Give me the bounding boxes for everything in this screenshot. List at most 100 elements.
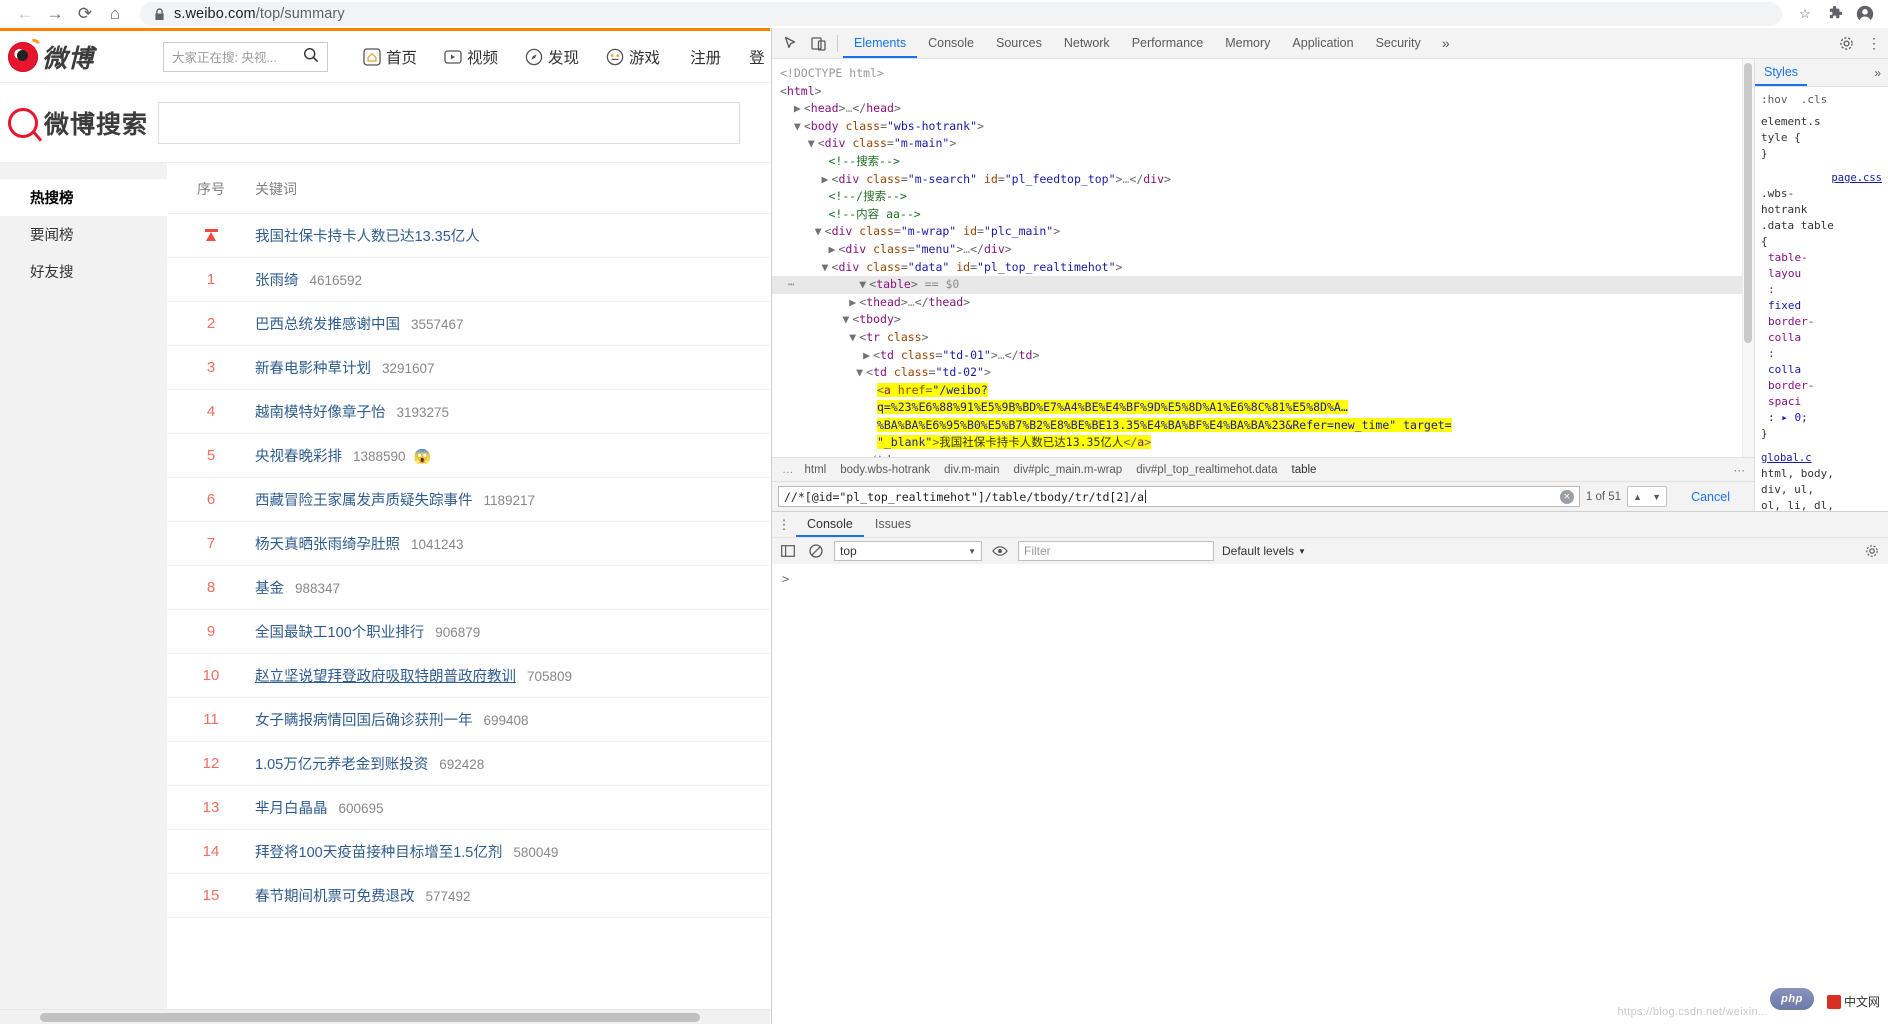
drawer-tab-issues[interactable]: Issues: [864, 512, 922, 537]
table-row[interactable]: 6西藏冒险王家属发声质疑失踪事件1189217: [167, 478, 770, 522]
gear-icon[interactable]: [1832, 30, 1860, 57]
profile-avatar-icon[interactable]: [1852, 2, 1878, 26]
dom-line[interactable]: ▼<div class="m-wrap" id="plc_main">: [780, 223, 1754, 241]
table-row[interactable]: 14拜登将100天疫苗接种目标增至1.5亿剂580049: [167, 830, 770, 874]
breadcrumb-item-body[interactable]: body.wbs-hotrank: [833, 464, 937, 476]
style-val-1[interactable]: fixed: [1768, 299, 1801, 312]
tab-styles[interactable]: Styles: [1755, 59, 1807, 86]
table-row[interactable]: 15春节期间机票可免费退改577492: [167, 874, 770, 918]
inspect-element-icon[interactable]: [776, 30, 804, 57]
table-row[interactable]: 2巴西总统发推感谢中国3557467: [167, 302, 770, 346]
style-val-3[interactable]: : ▸ 0;: [1768, 411, 1808, 424]
chevron-up-icon[interactable]: ▲: [1628, 487, 1647, 506]
table-row[interactable]: 9全国最缺工100个职业排行906879: [167, 610, 770, 654]
breadcrumb-more-icon[interactable]: ⋯: [1734, 463, 1755, 477]
bookmark-star-icon[interactable]: ☆: [1792, 2, 1818, 26]
keyword-link[interactable]: 芈月白晶晶: [255, 801, 328, 817]
breadcrumb-overflow[interactable]: …: [778, 464, 798, 476]
keyword-link[interactable]: 基金: [255, 581, 284, 597]
console-context-select[interactable]: top ▼: [834, 541, 982, 561]
style-prop-2b[interactable]: colla: [1761, 330, 1882, 346]
dom-line-selected[interactable]: ⋯ ▼<table> == $0: [772, 276, 1754, 294]
home-icon[interactable]: ⌂: [100, 2, 130, 26]
table-row[interactable]: 5央视春晚彩排1388590😱: [167, 434, 770, 478]
dom-scrollbar-thumb[interactable]: [1744, 63, 1752, 343]
keyword-link[interactable]: 女子瞒报病情回国后确诊获刑一年: [255, 713, 473, 729]
keyword-link[interactable]: 拜登将100天疫苗接种目标增至1.5亿剂: [255, 845, 502, 861]
eye-live-expression-icon[interactable]: [990, 541, 1010, 561]
dom-scrollbar-track[interactable]: [1742, 59, 1754, 457]
keyword-link[interactable]: 春节期间机票可免费退改: [255, 889, 415, 905]
search-magnifier-icon[interactable]: [303, 47, 319, 66]
tab-performance[interactable]: Performance: [1121, 28, 1215, 58]
style-prop-1b[interactable]: layou: [1761, 266, 1882, 282]
tab-sources[interactable]: Sources: [985, 28, 1053, 58]
tab-console[interactable]: Console: [917, 28, 985, 58]
style-prop-1a[interactable]: table-: [1761, 250, 1882, 266]
back-arrow-icon[interactable]: ←: [10, 2, 40, 26]
breadcrumb-item-realtimehot[interactable]: div#pl_top_realtimehot.data: [1129, 464, 1284, 476]
chevron-double-right-icon[interactable]: »: [1432, 30, 1460, 57]
drawer-tab-console[interactable]: Console: [796, 512, 864, 537]
cancel-button[interactable]: Cancel: [1673, 490, 1748, 504]
chevron-down-icon[interactable]: ▼: [1647, 487, 1666, 506]
page-horizontal-scrollbar[interactable]: [0, 1009, 770, 1024]
keyword-link[interactable]: 赵立坚说望拜登政府吸取特朗普政府教训: [255, 669, 516, 685]
keyword-link[interactable]: 全国最缺工100个职业排行: [255, 625, 424, 641]
dom-line[interactable]: ▶<head>…</head>: [780, 100, 1754, 118]
forward-arrow-icon[interactable]: →: [40, 2, 70, 26]
address-bar[interactable]: s.weibo.com/top/summary: [140, 2, 1782, 26]
table-row[interactable]: 1张雨绮4616592: [167, 258, 770, 302]
header-search-input[interactable]: 大家正在搜: 央视...: [172, 47, 303, 66]
dom-line[interactable]: ▼<div class="m-main">: [780, 135, 1754, 153]
gear-icon[interactable]: [1862, 541, 1882, 561]
tab-security[interactable]: Security: [1365, 28, 1432, 58]
class-button[interactable]: .cls: [1801, 93, 1828, 106]
dom-tree[interactable]: <!DOCTYPE html> <html> ▶<head>…</head> ▼…: [772, 59, 1754, 457]
nav-item-game[interactable]: 游戏: [605, 46, 660, 68]
breadcrumb-item-plcmain[interactable]: div#plc_main.m-wrap: [1007, 464, 1130, 476]
register-link[interactable]: 注册: [690, 46, 721, 68]
console-sidebar-icon[interactable]: [778, 541, 798, 561]
dom-line[interactable]: ▼<div class="data" id="pl_top_realtimeho…: [780, 259, 1754, 277]
keyword-link[interactable]: 我国社保卡持卡人数已达13.35亿人: [255, 229, 480, 245]
dom-search-input[interactable]: //*[@id="pl_top_realtimehot"]/table/tbod…: [778, 486, 1580, 507]
dom-line[interactable]: ▼<body class="wbs-hotrank">: [780, 118, 1754, 136]
console-output[interactable]: >: [772, 564, 1888, 1024]
breadcrumb-item-html[interactable]: html: [798, 464, 834, 476]
console-prompt[interactable]: >: [782, 572, 789, 586]
dom-line[interactable]: ▼<tbody>: [780, 311, 1754, 329]
tab-network[interactable]: Network: [1053, 28, 1121, 58]
style-source-pagecss[interactable]: page.css: [1831, 172, 1882, 184]
table-row[interactable]: 我国社保卡持卡人数已达13.35亿人: [167, 214, 770, 258]
chevron-down-icon[interactable]: ▼: [1298, 547, 1306, 556]
tab-memory[interactable]: Memory: [1214, 28, 1281, 58]
breadcrumb-item-table[interactable]: table: [1285, 464, 1324, 476]
table-row[interactable]: 3新春电影种草计划3291607: [167, 346, 770, 390]
keyword-link[interactable]: 1.05万亿元养老金到账投资: [255, 757, 428, 773]
tab-elements[interactable]: Elements: [843, 28, 917, 58]
clear-circle-icon[interactable]: ✕: [1560, 490, 1574, 504]
table-row[interactable]: 10赵立坚说望拜登政府吸取特朗普政府教训705809: [167, 654, 770, 698]
tab-application[interactable]: Application: [1281, 28, 1364, 58]
style-prop-2a[interactable]: border-: [1761, 314, 1882, 330]
dom-line-highlighted[interactable]: <a href="/weibo?: [780, 382, 1754, 400]
table-row[interactable]: 121.05万亿元养老金到账投资692428: [167, 742, 770, 786]
extensions-puzzle-icon[interactable]: [1822, 2, 1848, 26]
dom-line[interactable]: ▼<td class="td-02">: [780, 364, 1754, 382]
table-row[interactable]: 13芈月白晶晶600695: [167, 786, 770, 830]
console-filter-input[interactable]: Filter: [1018, 541, 1214, 561]
style-prop-3a[interactable]: border-: [1761, 378, 1882, 394]
keyword-link[interactable]: 西藏冒险王家属发声质疑失踪事件: [255, 493, 473, 509]
login-link[interactable]: 登: [749, 46, 765, 68]
drawer-menu-icon[interactable]: ⋮: [772, 520, 796, 530]
sidebar-item-newsrank[interactable]: 要闻榜: [0, 216, 167, 253]
dom-line-highlighted[interactable]: q=%23%E6%88%91%E5%9B%BD%E7%A4%BE%E4%BF%9…: [780, 399, 1754, 417]
header-search-box[interactable]: 大家正在搜: 央视...: [163, 42, 328, 72]
style-source-globalcss[interactable]: global.c: [1761, 452, 1812, 464]
dom-line-highlighted[interactable]: "_blank">我国社保卡持卡人数已达13.35亿人</a>: [780, 434, 1754, 452]
table-row[interactable]: 11女子瞒报病情回国后确诊获刑一年699408: [167, 698, 770, 742]
keyword-link[interactable]: 张雨绮: [255, 273, 299, 289]
sidebar-item-friendsearch[interactable]: 好友搜: [0, 253, 167, 290]
nav-item-discover[interactable]: 发现: [524, 46, 579, 68]
